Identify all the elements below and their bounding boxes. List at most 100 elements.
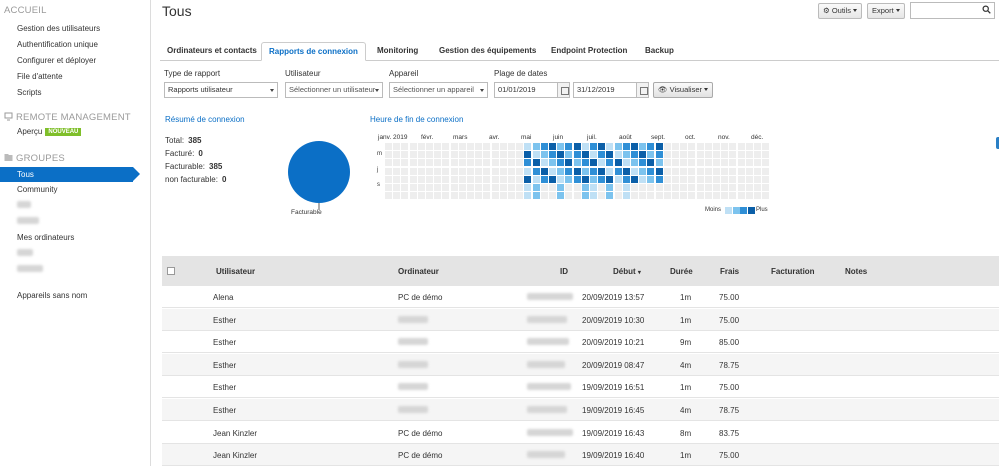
heatmap-cell[interactable]	[598, 167, 606, 175]
table-row[interactable]: Alena PC de démo 20/09/2019 13:57 1m 75.00	[162, 286, 999, 308]
col-notes[interactable]: Notes	[845, 267, 867, 276]
heatmap-cell[interactable]	[475, 184, 483, 191]
heatmap-cell[interactable]	[565, 159, 573, 167]
heatmap-cell[interactable]	[672, 192, 679, 200]
sidebar-item-file-attente[interactable]: File d'attente	[17, 72, 63, 81]
heatmap-cell[interactable]	[762, 167, 770, 175]
tab-ordinateurs-contacts[interactable]: Ordinateurs et contacts	[160, 42, 264, 61]
heatmap-cell[interactable]	[573, 143, 581, 150]
heatmap-cell[interactable]	[426, 184, 433, 191]
sidebar-item-redacted-group[interactable]	[17, 265, 43, 274]
heatmap-cell[interactable]	[590, 159, 597, 167]
heatmap-cell[interactable]	[557, 192, 565, 200]
col-id[interactable]: ID	[560, 267, 568, 276]
heatmap-cell[interactable]	[622, 167, 630, 175]
heatmap-cell[interactable]	[401, 143, 409, 150]
table-row[interactable]: Esther 19/09/2019 16:45 4m 78.75	[162, 399, 999, 421]
heatmap-cell[interactable]	[737, 159, 745, 167]
heatmap-cell[interactable]	[606, 167, 614, 175]
table-row[interactable]: Esther 20/09/2019 10:21 9m 85.00	[162, 331, 999, 354]
heatmap-cell[interactable]	[475, 192, 483, 200]
heatmap-cell[interactable]	[434, 167, 442, 175]
heatmap-cell[interactable]	[393, 184, 401, 191]
heatmap-cell[interactable]	[614, 192, 622, 200]
heatmap-cell[interactable]	[508, 192, 515, 200]
outils-button[interactable]: ⚙ Outils	[818, 3, 862, 19]
heatmap-cell[interactable]	[655, 143, 663, 150]
heatmap-cell[interactable]	[721, 167, 729, 175]
heatmap-cell[interactable]	[655, 175, 663, 183]
heatmap-cell[interactable]	[401, 192, 409, 200]
heatmap-cell[interactable]	[557, 159, 565, 167]
tab-backup[interactable]: Backup	[638, 42, 681, 61]
heatmap-cell[interactable]	[663, 192, 671, 200]
heatmap-cell[interactable]	[647, 192, 655, 200]
heatmap-cell[interactable]	[516, 151, 524, 159]
col-facturation[interactable]: Facturation	[771, 267, 815, 276]
date-start-input[interactable]: 01/01/2019	[494, 82, 558, 98]
calendar-icon[interactable]	[636, 82, 649, 98]
heatmap-cell[interactable]	[704, 175, 712, 183]
heatmap-cell[interactable]	[401, 175, 409, 183]
heatmap-cell[interactable]	[516, 175, 524, 183]
heatmap-cell[interactable]	[532, 192, 540, 200]
heatmap-cell[interactable]	[491, 151, 499, 159]
heatmap-cell[interactable]	[508, 167, 515, 175]
heatmap-cell[interactable]	[524, 192, 532, 200]
heatmap-cell[interactable]	[499, 167, 507, 175]
heatmap-cell[interactable]	[737, 175, 745, 183]
heatmap-cell[interactable]	[606, 151, 614, 159]
heatmap-cell[interactable]	[754, 167, 761, 175]
heatmap-cell[interactable]	[532, 159, 540, 167]
heatmap-cell[interactable]	[647, 159, 655, 167]
heatmap-cell[interactable]	[713, 159, 720, 167]
heatmap-cell[interactable]	[417, 151, 425, 159]
heatmap-cell[interactable]	[442, 167, 450, 175]
heatmap-cell[interactable]	[704, 151, 712, 159]
heatmap-cell[interactable]	[499, 192, 507, 200]
heatmap-cell[interactable]	[639, 175, 647, 183]
heatmap-cell[interactable]	[417, 184, 425, 191]
heatmap-cell[interactable]	[508, 184, 515, 191]
heatmap-cell[interactable]	[704, 192, 712, 200]
heatmap-cell[interactable]	[614, 184, 622, 191]
heatmap-cell[interactable]	[467, 151, 474, 159]
heatmap-cell[interactable]	[491, 184, 499, 191]
heatmap-cell[interactable]	[450, 184, 458, 191]
heatmap-cell[interactable]	[409, 151, 417, 159]
heatmap-cell[interactable]	[532, 151, 540, 159]
heatmap-cell[interactable]	[696, 143, 704, 150]
heatmap-cell[interactable]	[573, 184, 581, 191]
table-row[interactable]: Esther 19/09/2019 16:51 1m 75.00	[162, 376, 999, 399]
heatmap-cell[interactable]	[680, 184, 688, 191]
heatmap-cell[interactable]	[745, 175, 753, 183]
heatmap-cell[interactable]	[565, 151, 573, 159]
heatmap-cell[interactable]	[631, 151, 638, 159]
table-row[interactable]: Jean Kinzler PC de démo 19/09/2019 16:40 1m…	[162, 444, 999, 466]
heatmap-cell[interactable]	[524, 184, 532, 191]
heatmap-cell[interactable]	[442, 175, 450, 183]
sidebar-item-appareils-sans-nom[interactable]: Appareils sans nom	[17, 291, 87, 300]
heatmap-cell[interactable]	[426, 175, 433, 183]
heatmap-cell[interactable]	[491, 192, 499, 200]
heatmap-cell[interactable]	[409, 167, 417, 175]
heatmap-cell[interactable]	[581, 192, 589, 200]
heatmap-cell[interactable]	[606, 184, 614, 191]
heatmap-cell[interactable]	[442, 159, 450, 167]
heatmap-cell[interactable]	[598, 175, 606, 183]
heatmap-cell[interactable]	[467, 175, 474, 183]
heatmap-cell[interactable]	[483, 151, 491, 159]
heatmap-cell[interactable]	[540, 184, 548, 191]
heatmap-cell[interactable]	[606, 192, 614, 200]
heatmap-cell[interactable]	[401, 151, 409, 159]
col-duree[interactable]: Durée	[670, 267, 693, 276]
report-type-select[interactable]: Rapports utilisateur	[164, 82, 278, 98]
heatmap-cell[interactable]	[647, 167, 655, 175]
heatmap-cell[interactable]	[385, 184, 392, 191]
heatmap-cell[interactable]	[549, 159, 556, 167]
heatmap-cell[interactable]	[680, 192, 688, 200]
heatmap-cell[interactable]	[762, 143, 770, 150]
heatmap-cell[interactable]	[704, 143, 712, 150]
heatmap-cell[interactable]	[721, 151, 729, 159]
heatmap-cell[interactable]	[639, 151, 647, 159]
